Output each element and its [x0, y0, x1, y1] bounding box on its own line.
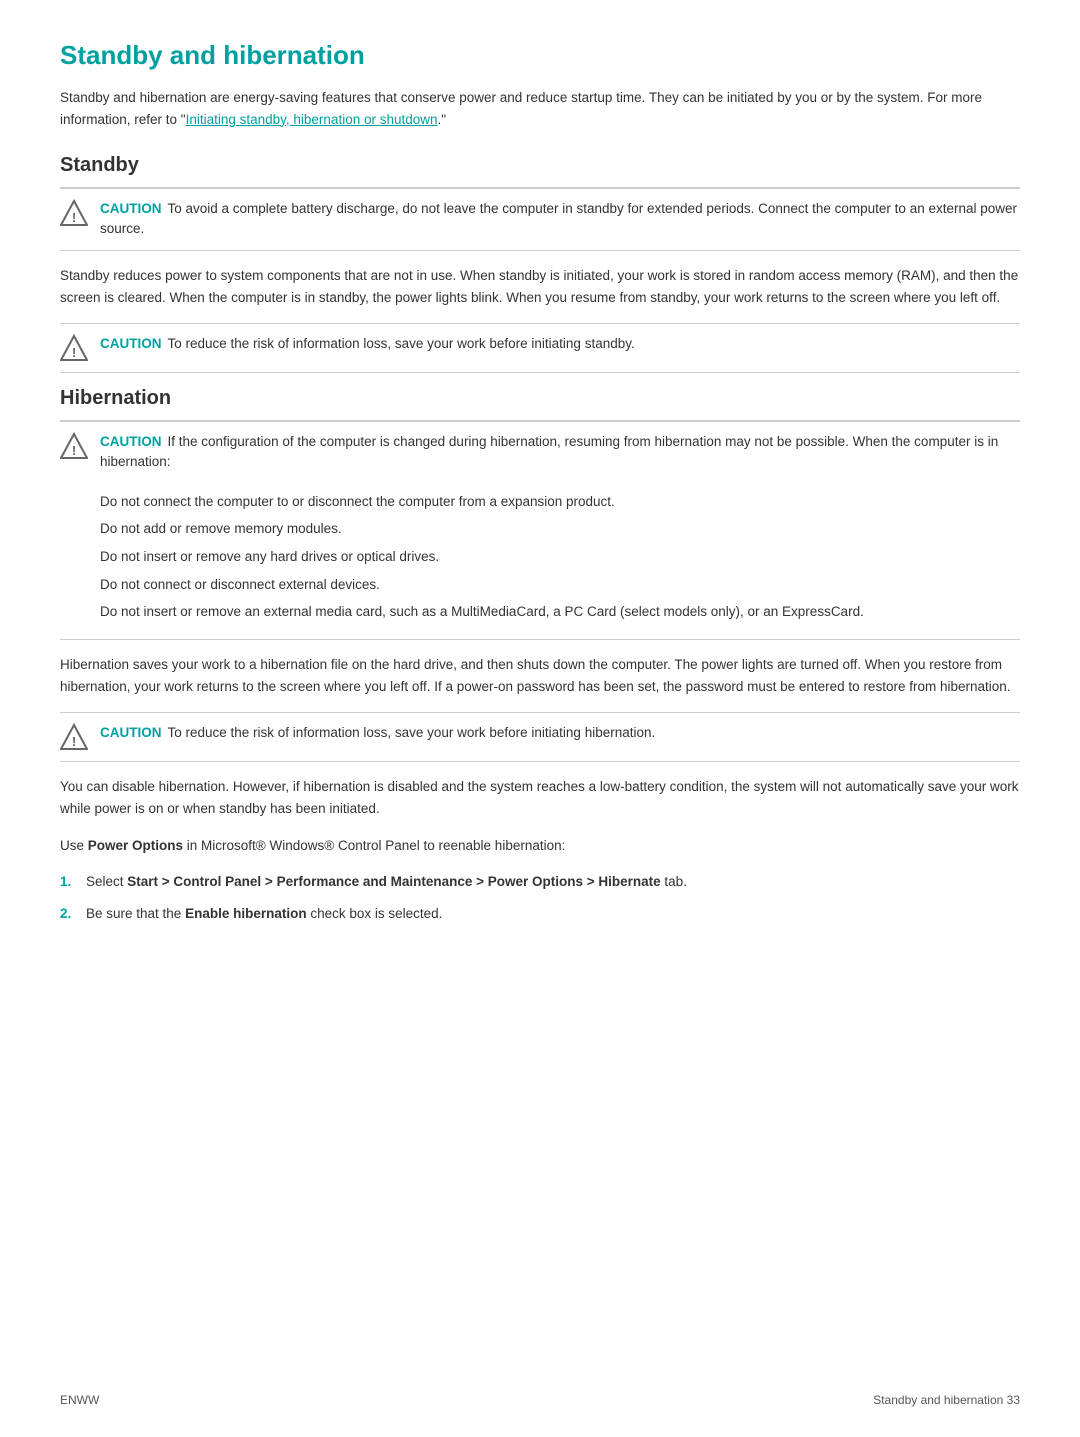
hibernation-heading: Hibernation: [60, 387, 1020, 410]
step-2-num: 2.: [60, 903, 76, 925]
body3-suffix: in Microsoft® Windows® Control Panel to …: [183, 838, 565, 853]
svg-text:!: !: [72, 734, 76, 749]
intro-paragraph: Standby and hibernation are energy-savin…: [60, 87, 1020, 130]
standby-caution-1-text: To avoid a complete battery discharge, d…: [100, 201, 1017, 236]
hibernation-caution-2-content: CAUTION To reduce the risk of information…: [100, 723, 1020, 743]
standby-caution-2: ! CAUTION To reduce the risk of informati…: [60, 323, 1020, 373]
svg-text:!: !: [72, 443, 76, 458]
intro-text-after: .": [438, 112, 447, 127]
list-item: Do not insert or remove any hard drives …: [100, 546, 864, 568]
hibernation-caution-1: ! CAUTIONIf the configuration of the com…: [60, 421, 1020, 639]
caution-triangle-icon-3: !: [60, 432, 88, 460]
standby-heading: Standby: [60, 154, 1020, 177]
caution-triangle-icon-1: !: [60, 199, 88, 227]
caution-label-1: CAUTION: [100, 201, 162, 216]
step-1-num: 1.: [60, 871, 76, 893]
hibernation-caution-2: ! CAUTION To reduce the risk of informati…: [60, 712, 1020, 762]
hibernation-body-3: Use Power Options in Microsoft® Windows®…: [60, 835, 1020, 857]
footer-right: Standby and hibernation 33: [873, 1393, 1020, 1407]
standby-caution-2-content: CAUTION To reduce the risk of information…: [100, 334, 1020, 354]
hibernation-caution-1-header: ! CAUTIONIf the configuration of the com…: [60, 432, 1020, 473]
standby-body: Standby reduces power to system componen…: [60, 265, 1020, 310]
hibernation-body-1: Hibernation saves your work to a hiberna…: [60, 654, 1020, 699]
svg-text:!: !: [72, 210, 76, 225]
caution-triangle-icon-2: !: [60, 334, 88, 362]
list-item: Do not connect or disconnect external de…: [100, 574, 864, 596]
page-title: Standby and hibernation: [60, 40, 1020, 71]
caution-triangle-icon-4: !: [60, 723, 88, 751]
step-2-text: Be sure that the Enable hibernation chec…: [86, 903, 442, 925]
standby-caution-2-text: To reduce the risk of information loss, …: [168, 336, 635, 351]
caution-label-4: CAUTION: [100, 725, 162, 740]
svg-text:!: !: [72, 345, 76, 360]
hibernation-caution-1-main-text: If the configuration of the computer is …: [100, 434, 998, 469]
caution-label-2: CAUTION: [100, 336, 162, 351]
hibernation-caution-1-bullets: Do not connect the computer to or discon…: [100, 491, 864, 629]
body3-prefix: Use: [60, 838, 88, 853]
list-item: Do not insert or remove an external medi…: [100, 601, 864, 623]
hibernation-caution-2-text: To reduce the risk of information loss, …: [168, 725, 656, 740]
step-2: 2. Be sure that the Enable hibernation c…: [60, 903, 1020, 925]
step-1-text: Select Start > Control Panel > Performan…: [86, 871, 687, 893]
standby-section: Standby ! CAUTIONTo avoid a complete bat…: [60, 154, 1020, 373]
page-footer: ENWW Standby and hibernation 33: [60, 1393, 1020, 1407]
hibernation-steps: 1. Select Start > Control Panel > Perfor…: [60, 871, 1020, 924]
step-1: 1. Select Start > Control Panel > Perfor…: [60, 871, 1020, 893]
list-item: Do not connect the computer to or discon…: [100, 491, 864, 513]
footer-left: ENWW: [60, 1393, 99, 1407]
caution-label-3: CAUTION: [100, 434, 162, 449]
list-item: Do not add or remove memory modules.: [100, 518, 864, 540]
hibernation-body-2: You can disable hibernation. However, if…: [60, 776, 1020, 821]
body3-bold: Power Options: [88, 838, 183, 853]
standby-caution-1: ! CAUTIONTo avoid a complete battery dis…: [60, 188, 1020, 251]
intro-link[interactable]: Initiating standby, hibernation or shutd…: [186, 112, 438, 127]
step-2-bold: Enable hibernation: [185, 906, 307, 921]
hibernation-caution-1-text: CAUTIONIf the configuration of the compu…: [100, 432, 1020, 473]
hibernation-section: Hibernation ! CAUTIONIf the configuratio…: [60, 387, 1020, 924]
standby-caution-1-content: CAUTIONTo avoid a complete battery disch…: [100, 199, 1020, 240]
step-1-bold: Start > Control Panel > Performance and …: [127, 874, 660, 889]
